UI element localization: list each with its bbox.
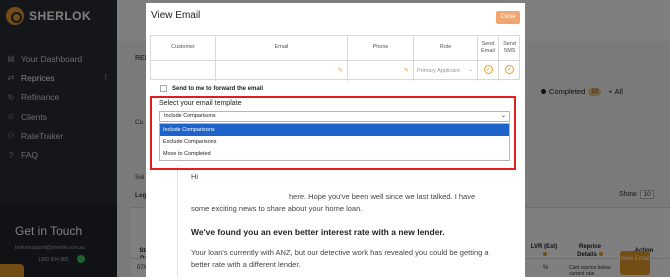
modal-title: View Email [151,10,201,21]
send-sms-column: Send SMS ✓ [499,36,520,81]
phone-column: Phone ✎ [348,36,414,81]
role-select[interactable]: Primary Applicant [417,68,460,74]
forward-label: Send to me to forward the email [172,85,264,92]
email-column: Email ✎ [216,36,348,81]
send-email-column: Send Email ✓ [478,36,499,81]
template-dropdown: Include Comparisons Exclude Comparisons … [159,123,510,161]
column-header: Customer [151,36,215,61]
view-email-modal: View Email Close Customer Email ✎ Phone … [146,3,525,277]
email-paragraph: here. Hope you've been well since we las… [191,192,476,213]
forward-checkbox[interactable] [160,85,167,92]
chevron-down-icon: ⌄ [500,113,506,119]
template-option-move[interactable]: Move to Completed [160,148,509,160]
send-sms-check-icon[interactable]: ✓ [505,65,514,74]
send-email-check-icon[interactable]: ✓ [483,65,493,74]
email-greeting: Hi [191,172,199,181]
column-header: Phone [348,36,413,61]
column-header: Send SMS [499,36,520,61]
template-option-exclude[interactable]: Exclude Comparisons [160,136,509,148]
email-paragraph: Your loan's currently with ANZ, but our … [191,248,489,269]
forward-option: Send to me to forward the email [160,85,263,92]
column-header: Send Email [478,36,498,61]
chevron-down-icon: ⌄ [468,67,473,73]
template-select[interactable]: Include Comparisons ⌄ [159,111,510,122]
recipients-table: Customer Email ✎ Phone ✎ Role Primary Ap… [150,35,520,81]
column-header: Email [216,36,347,61]
customer-column: Customer [151,36,216,81]
close-button[interactable]: Close [496,11,520,24]
template-option-include[interactable]: Include Comparisons [160,124,509,136]
edit-phone-icon[interactable]: ✎ [404,67,409,74]
template-label: Select your email template [159,100,242,107]
role-column: Role Primary Applicant ⌄ [414,36,478,81]
column-header: Role [414,36,477,61]
edit-email-icon[interactable]: ✎ [338,67,343,74]
template-selected-value: Include Comparisons [164,113,216,119]
email-preview: Hi here. Hope you've been well since we … [177,165,497,277]
email-heading: We've found you an even better interest … [191,227,445,237]
